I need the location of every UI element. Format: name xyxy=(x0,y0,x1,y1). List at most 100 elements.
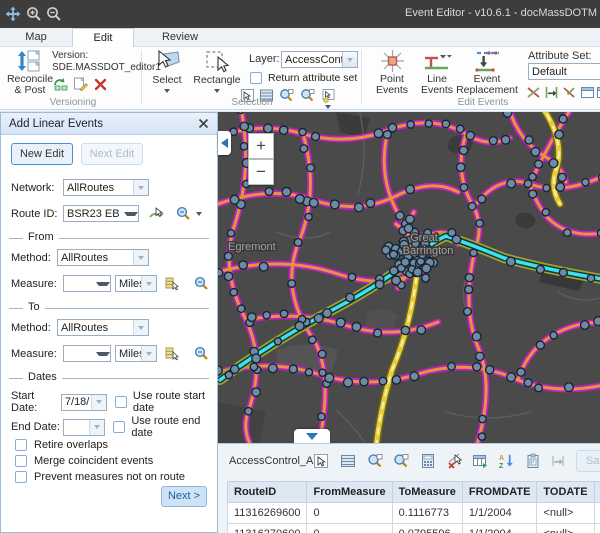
close-icon[interactable] xyxy=(198,118,209,129)
to-legend: To xyxy=(23,301,45,313)
col-tomeasure[interactable]: ToMeasure xyxy=(392,482,462,503)
use-route-start-checkbox[interactable] xyxy=(115,396,127,408)
prevent-measures-label: Prevent measures not on route xyxy=(34,471,185,483)
table-calculate-icon[interactable] xyxy=(420,453,436,469)
select-dropdown-caret[interactable] xyxy=(164,89,170,93)
start-date-combobox[interactable]: 7/18/ xyxy=(61,394,107,411)
to-units-combobox[interactable]: Miles xyxy=(115,345,157,362)
next-button[interactable]: Next > xyxy=(161,486,207,507)
table-zoom-selected-icon[interactable] xyxy=(367,453,383,469)
network-label: Network: xyxy=(11,182,63,194)
tab-map[interactable]: Map xyxy=(8,28,64,47)
map-view[interactable]: Egremont Great Barrington xyxy=(218,112,600,443)
map-label-egremont: Egremont xyxy=(228,241,276,253)
route-zoom-caret[interactable] xyxy=(196,212,202,216)
table-offset-icon[interactable] xyxy=(550,453,566,469)
select-button[interactable]: Select xyxy=(146,48,188,93)
panel-title: Add Linear Events xyxy=(9,118,198,130)
network-combobox[interactable]: AllRoutes xyxy=(63,179,149,196)
table-options-icon[interactable] xyxy=(340,453,356,469)
zoom-in-icon[interactable] xyxy=(26,6,42,22)
from-method-combobox[interactable]: AllRoutes xyxy=(57,249,149,266)
rectangle-button[interactable]: Rectangle xyxy=(190,48,244,93)
col-access[interactable]: ACCESS xyxy=(594,482,600,503)
return-attribute-row: Return attribute set xyxy=(250,72,357,84)
table-sort-icon[interactable]: AZ xyxy=(498,453,514,469)
route-id-combobox[interactable]: BSR23 EB xyxy=(63,205,139,222)
point-events-icon xyxy=(379,48,406,74)
col-fromdate[interactable]: FROMDATE xyxy=(462,482,537,503)
event-replacement-button[interactable]: Event Replacement xyxy=(452,48,522,96)
event-replacement-icon xyxy=(472,48,502,74)
new-version-icon[interactable] xyxy=(73,76,88,91)
delete-version-icon[interactable] xyxy=(93,77,108,92)
reconcile-post-button[interactable]: Reconcile & Post xyxy=(8,48,52,96)
table-row[interactable]: 11316269600 0 0.1116773 1/1/2004 <null> … xyxy=(228,503,600,524)
map-zoom-out-button[interactable]: − xyxy=(248,159,274,185)
collapse-table-button[interactable] xyxy=(294,429,330,443)
retire-overlaps-row: Retire overlaps xyxy=(15,439,108,451)
from-section-divider: From xyxy=(9,238,209,239)
point-events-button[interactable]: Point Events xyxy=(370,48,414,96)
pan-icon[interactable] xyxy=(5,6,21,22)
from-units-combobox[interactable]: Miles xyxy=(115,275,157,292)
from-legend: From xyxy=(23,231,59,243)
return-attribute-label: Return attribute set xyxy=(268,72,357,84)
table-select-icon[interactable] xyxy=(313,453,329,469)
from-measure-combobox[interactable] xyxy=(63,275,111,292)
retire-overlaps-checkbox[interactable] xyxy=(15,439,27,451)
from-zoom-icon[interactable] xyxy=(194,276,209,291)
from-measure-select-icon[interactable] xyxy=(165,276,180,291)
chevron-down-icon xyxy=(306,433,318,440)
layer-dropdown-button[interactable] xyxy=(342,52,357,67)
table-switch-icon[interactable] xyxy=(472,453,488,469)
use-route-end-label: Use route end date xyxy=(131,415,216,439)
version-value: SDE.MASSDOT_editor1 xyxy=(52,62,161,73)
line-events-icon xyxy=(422,48,452,74)
to-measure-select-icon[interactable] xyxy=(165,346,180,361)
table-toolbar: AccessControl_A AZ xyxy=(218,444,600,478)
col-routeid[interactable]: RouteID xyxy=(228,482,307,503)
col-todate[interactable]: TODATE xyxy=(537,482,594,503)
to-measure-combobox[interactable] xyxy=(63,345,111,362)
end-date-combobox[interactable] xyxy=(63,419,105,436)
return-attribute-checkbox[interactable] xyxy=(250,72,262,84)
merge-coincident-checkbox[interactable] xyxy=(15,455,27,467)
ribbon: Reconcile & Post Version: SDE.MASSDOT_ed… xyxy=(0,47,600,110)
map-zoom-in-button[interactable]: + xyxy=(248,133,274,159)
collapse-panel-button[interactable] xyxy=(218,131,231,155)
use-route-end-checkbox[interactable] xyxy=(113,421,125,433)
col-frommeasure[interactable]: FromMeasure xyxy=(307,482,392,503)
route-id-label: Route ID: xyxy=(11,208,63,220)
dates-section-divider: Dates xyxy=(9,378,209,379)
layer-combobox[interactable]: AccessControl_A xyxy=(281,51,358,68)
next-edit-button[interactable]: Next Edit xyxy=(81,143,143,165)
start-date-label: Start Date: xyxy=(11,390,61,414)
attribute-set-combobox[interactable]: Default xyxy=(528,63,600,80)
table-clear-selection-icon[interactable] xyxy=(447,453,463,469)
reconcile-post-icon xyxy=(17,48,43,74)
map-canvas[interactable]: Egremont Great Barrington xyxy=(218,112,600,443)
network-dropdown-button[interactable] xyxy=(133,180,148,195)
zoom-out-icon[interactable] xyxy=(46,6,62,22)
new-edit-button[interactable]: New Edit xyxy=(11,143,73,165)
select-route-on-map-icon[interactable] xyxy=(149,206,164,221)
to-zoom-icon[interactable] xyxy=(194,346,209,361)
table-row[interactable]: 11316270600 0 0.0795596 1/1/2004 <null> … xyxy=(228,524,600,533)
reconcile-icon[interactable] xyxy=(53,76,68,91)
layer-label: Layer: xyxy=(249,53,280,65)
route-zoom-icon[interactable] xyxy=(176,206,191,221)
merge-coincident-row: Merge coincident events xyxy=(15,455,153,467)
use-route-start-label: Use route start date xyxy=(133,390,216,414)
tab-review[interactable]: Review xyxy=(142,28,218,47)
table-save-button[interactable]: Save xyxy=(576,450,600,472)
table-pan-selected-icon[interactable] xyxy=(393,453,409,469)
rectangle-dropdown-caret[interactable] xyxy=(214,89,220,93)
table-paste-icon[interactable]: P xyxy=(525,453,541,469)
retire-overlaps-label: Retire overlaps xyxy=(34,439,108,451)
from-method-label: Method: xyxy=(11,252,57,264)
to-method-combobox[interactable]: AllRoutes xyxy=(57,319,149,336)
prevent-measures-checkbox[interactable] xyxy=(15,471,27,483)
start-date-row: Start Date: 7/18/ Use route start date xyxy=(11,390,216,414)
tab-edit[interactable]: Edit xyxy=(72,28,134,47)
